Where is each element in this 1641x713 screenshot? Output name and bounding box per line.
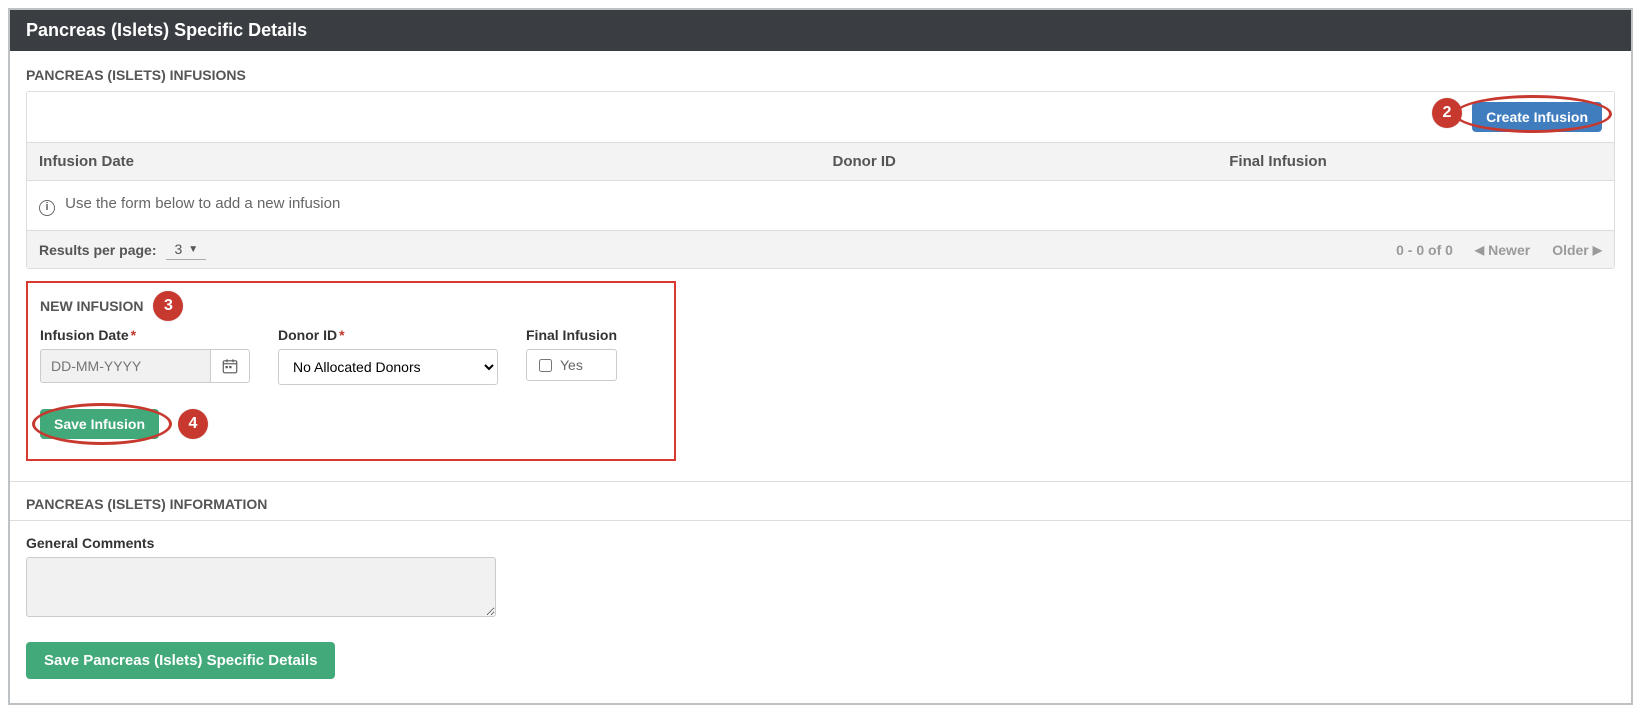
infusions-table: Infusion Date Donor ID Final Infusion i … (27, 142, 1614, 230)
general-comments-label: General Comments (26, 535, 1615, 551)
pager-older-label: Older (1552, 242, 1589, 258)
final-infusion-checkbox[interactable] (539, 359, 552, 372)
calendar-button[interactable] (210, 349, 250, 383)
info-section: PANCREAS (ISLETS) INFORMATION General Co… (26, 481, 1615, 703)
info-section-title: PANCREAS (ISLETS) INFORMATION (26, 496, 1615, 512)
empty-hint-text: Use the form below to add a new infusion (65, 195, 340, 212)
save-details-label: Save Pancreas (Islets) Specific Details (44, 652, 317, 669)
new-infusion-section-title: NEW INFUSION (40, 298, 143, 314)
results-per-page-select[interactable]: 3 ▼ (166, 239, 206, 260)
chevron-right-icon: ▶ (1593, 243, 1602, 257)
pager: 0 - 0 of 0 ◀ Newer Older ▶ (1396, 242, 1602, 258)
annotation-badge-4-text: 4 (189, 415, 198, 433)
pager-range: 0 - 0 of 0 (1396, 242, 1453, 258)
annotation-badge-2-text: 2 (1443, 104, 1452, 122)
divider (10, 481, 1631, 482)
annotation-badge-4: 4 (178, 409, 208, 439)
general-comments-input[interactable] (26, 557, 496, 617)
results-per-page-value: 3 (174, 241, 182, 257)
results-per-page: Results per page: 3 ▼ (39, 239, 206, 260)
create-infusion-label: Create Infusion (1486, 109, 1588, 125)
page-frame: Pancreas (Islets) Specific Details PANCR… (8, 8, 1633, 705)
donor-id-label: Donor ID* (278, 327, 498, 343)
infusions-section-title: PANCREAS (ISLETS) INFUSIONS (26, 67, 1615, 83)
final-infusion-yes-label: Yes (560, 357, 583, 373)
save-infusion-label: Save Infusion (54, 416, 145, 432)
table-footer: Results per page: 3 ▼ 0 - 0 of 0 ◀ Newer… (27, 230, 1614, 268)
donor-id-select[interactable]: No Allocated Donors (278, 349, 498, 385)
new-infusion-fields: Infusion Date* (40, 327, 662, 385)
donor-id-field: Donor ID* No Allocated Donors (278, 327, 498, 385)
pager-newer-button[interactable]: ◀ Newer (1475, 242, 1530, 258)
calendar-icon (221, 357, 239, 375)
page-title: Pancreas (Islets) Specific Details (26, 20, 307, 40)
new-infusion-form: NEW INFUSION 3 Infusion Date* (26, 281, 676, 461)
chevron-left-icon: ◀ (1475, 243, 1484, 257)
final-infusion-yes[interactable]: Yes (526, 349, 617, 381)
save-details-button[interactable]: Save Pancreas (Islets) Specific Details (26, 642, 335, 679)
divider-2 (10, 520, 1631, 521)
final-infusion-label: Final Infusion (526, 327, 617, 343)
infusions-panel: PANCREAS (ISLETS) INFUSIONS 2 Create Inf… (10, 51, 1631, 703)
infusions-table-wrap: 2 Create Infusion Infusion Date Donor ID… (26, 91, 1615, 269)
infusion-date-label: Infusion Date* (40, 327, 250, 343)
infusion-date-input[interactable] (40, 349, 210, 383)
page-title-bar: Pancreas (Islets) Specific Details (10, 10, 1631, 51)
infusions-toolbar: 2 Create Infusion (27, 92, 1614, 142)
col-final-infusion[interactable]: Final Infusion (1217, 143, 1614, 181)
table-empty-row: i Use the form below to add a new infusi… (27, 181, 1614, 231)
pager-older-button[interactable]: Older ▶ (1552, 242, 1602, 258)
final-infusion-field: Final Infusion Yes (526, 327, 617, 385)
infusion-date-field: Infusion Date* (40, 327, 250, 385)
col-donor-id[interactable]: Donor ID (821, 143, 1218, 181)
annotation-badge-3-text: 3 (164, 297, 173, 315)
col-infusion-date[interactable]: Infusion Date (27, 143, 821, 181)
results-label: Results per page: (39, 242, 156, 258)
info-icon: i (39, 200, 55, 216)
chevron-down-icon: ▼ (188, 244, 198, 255)
annotation-badge-2: 2 (1432, 98, 1462, 128)
annotation-badge-3: 3 (153, 291, 183, 321)
save-infusion-button[interactable]: Save Infusion (40, 409, 159, 439)
create-infusion-button[interactable]: Create Infusion (1472, 102, 1602, 132)
pager-newer-label: Newer (1488, 242, 1530, 258)
